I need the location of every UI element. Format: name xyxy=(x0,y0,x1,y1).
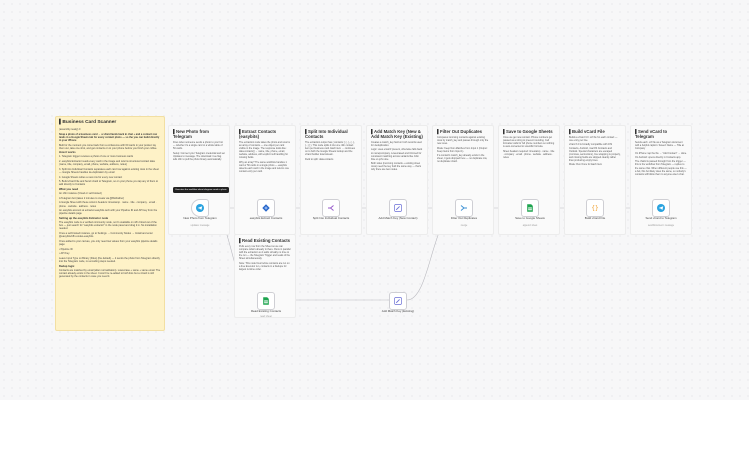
node-label: Add Match Key (Existing) xyxy=(381,309,415,313)
note-line: vCard 3.0 is broadly compatible with iOS… xyxy=(569,143,621,162)
easybits-icon xyxy=(262,204,270,212)
how-title: How it works xyxy=(59,151,76,155)
node-sublabel: merge xyxy=(460,225,468,227)
google-sheets-icon xyxy=(262,297,270,305)
node-sublabel: updates: message xyxy=(190,225,210,227)
node-filter-duplicates[interactable] xyxy=(455,199,473,217)
setup-line: Once a self-hosted instance, go to Setti… xyxy=(59,232,153,239)
note-line: Mode: Run Once for Each Item xyxy=(569,163,602,167)
note-title: ▌Read Existing Contacts xyxy=(239,238,291,243)
node-sublabel: append: sheet xyxy=(522,225,538,227)
node-sublabel: read: sheet xyxy=(260,316,272,318)
node-build-vcard[interactable]: {} xyxy=(586,199,604,217)
pencil-icon xyxy=(394,297,402,305)
node-label: Send vCard to Telegram xyxy=(645,216,677,220)
overview-line: (assembly-ready) 0 xyxy=(59,128,81,131)
note-line: Note: This node fires before contacts ar… xyxy=(239,261,290,271)
overview-line: Built for the moment you come back from … xyxy=(59,143,158,150)
google-sheets-icon xyxy=(526,204,534,212)
note-line: Pulls every row from the Sheet so we can… xyxy=(239,245,291,261)
setup-title: Setting up the easybits Extractor node xyxy=(59,216,109,220)
note-line: The extraction output has { contacts: [ … xyxy=(305,141,355,157)
dedup-title: Dedup logic xyxy=(59,264,75,268)
need-item: A Google Sheet with these column headers… xyxy=(59,201,157,208)
overview-line: Snap a photo of a business card → a vCar… xyxy=(59,132,160,142)
note-line: Builds a vCard 3.0 .vcf file for each co… xyxy=(569,136,618,143)
setup-tail: Leave Input Type on Binary (Files) (the … xyxy=(59,256,160,264)
telegram-icon xyxy=(657,204,665,212)
overview-title: ▌Business Card Scanner xyxy=(59,120,117,125)
note-line: Sends each .vcf file as a Telegram docum… xyxy=(635,141,684,151)
note-line: If a contact's match_key already exists … xyxy=(437,154,488,164)
need-title: What you need xyxy=(59,188,79,192)
note-line: Compares incoming contacts against exist… xyxy=(437,136,489,146)
node-send-vcard-telegram[interactable] xyxy=(652,199,670,217)
node-label: Read Existing Contacts xyxy=(250,309,282,313)
note-line: On iPhone: tap the file → "Add Contact" … xyxy=(635,151,687,155)
pencil-icon xyxy=(394,204,402,212)
node-save-sheets[interactable] xyxy=(521,199,539,217)
note-title: ▌Filter Out Duplicates xyxy=(437,129,483,134)
trigger-tooltip: Executes the workflow when telegram send… xyxy=(173,187,229,193)
note-title: ▌New Photo from Telegram xyxy=(173,129,209,139)
workflow-canvas[interactable]: ▌Business Card Scanner (assembly-ready) … xyxy=(0,0,749,400)
note-title: ▌Extract Contacts (easybits) xyxy=(239,129,277,139)
setup-item: • API Key xyxy=(59,252,70,256)
note-title: ▌Add Match Key (New & Add Match Key (Exi… xyxy=(371,129,423,139)
note-line: On Android: opens directly in Contacts a… xyxy=(635,155,681,159)
note-line: Once we get new contact. Phone numbers g… xyxy=(503,136,555,149)
node-new-photo-telegram[interactable] xyxy=(191,199,209,217)
setup-item: • Pipeline ID xyxy=(59,247,73,251)
note-line: Setup: Connect your Telegram credential … xyxy=(173,151,225,161)
need-item: A Telegram bot (takes 2 minutes to creat… xyxy=(59,196,125,200)
node-label: easybits Extract Contacts xyxy=(249,216,283,220)
code-icon: {} xyxy=(591,204,599,212)
node-label: New Photo from Telegram xyxy=(183,216,217,220)
node-split-contacts[interactable] xyxy=(322,199,340,217)
note-line: The chatId is passed through from the tr… xyxy=(635,160,687,176)
setup-line: Once added to your canvas, you only need… xyxy=(59,239,158,247)
note-line: Fires when someone sends a photo to your… xyxy=(173,141,223,151)
note-title: ▌Split Into Individual Contacts xyxy=(305,129,348,139)
node-match-key-existing[interactable] xyxy=(389,292,407,310)
need-item: An easybits account at extractor.easybit… xyxy=(59,209,158,216)
note-title: ▌Build vCard File xyxy=(569,129,605,134)
how-item: 4. Google Sheets writes a new row for ev… xyxy=(59,175,123,179)
node-read-existing[interactable] xyxy=(257,292,275,310)
how-item: 1. Telegram trigger receives a photo of … xyxy=(59,155,134,159)
telegram-icon xyxy=(196,204,204,212)
node-label: Split Into Individual Contacts xyxy=(312,216,350,220)
merge-icon xyxy=(460,204,468,212)
node-label: Filter Out Duplicates xyxy=(450,216,478,220)
note-line: Field to split: data.contacts xyxy=(305,157,334,161)
node-match-key-new[interactable] xyxy=(389,199,407,217)
node-easybits-extract[interactable] xyxy=(257,199,275,217)
workflow-overview-note: ▌Business Card Scanner (assembly-ready) … xyxy=(55,116,165,331)
setup-line: The easybits node is a verified communit… xyxy=(59,221,157,231)
note-line: Both sides (incoming contacts + existing… xyxy=(371,162,422,172)
note-line: Logic: uses email if present, otherwise … xyxy=(371,148,423,161)
how-item: 3. Split into Individual Contacts separa… xyxy=(59,167,159,175)
node-label: Save to Google Sheets xyxy=(515,216,545,220)
how-item: 2. easybits Extractor reads every card i… xyxy=(59,160,155,167)
note-line: Creates a match_key field on both record… xyxy=(371,141,422,148)
note-title: ▌Save to Google Sheets xyxy=(503,129,553,134)
node-sublabel: sendDocument: message xyxy=(647,225,675,227)
note-line: Sheet headers required: timestamp · name… xyxy=(503,149,555,159)
node-label: Build vCard File xyxy=(584,216,606,220)
note-line: Why an array? The same workflow handles … xyxy=(239,160,289,174)
dedup-line: Contacts are matched by email (after nor… xyxy=(59,268,161,279)
how-item: 5. Build vCard File and Send vCard to Te… xyxy=(59,180,159,187)
svg-text:{}: {} xyxy=(591,205,598,212)
need-item: An n8n instance (Cloud or self-hosted) xyxy=(59,192,102,196)
note-title: ▌Send vCard to Telegram xyxy=(635,129,668,139)
note-line: The extraction node takes the photo and … xyxy=(239,141,290,160)
node-label: Add Match Key (New Contact) xyxy=(378,216,418,220)
note-line: Mode: Keep Non-Matches from Input 1 (Out… xyxy=(437,146,488,153)
split-icon xyxy=(327,204,335,212)
